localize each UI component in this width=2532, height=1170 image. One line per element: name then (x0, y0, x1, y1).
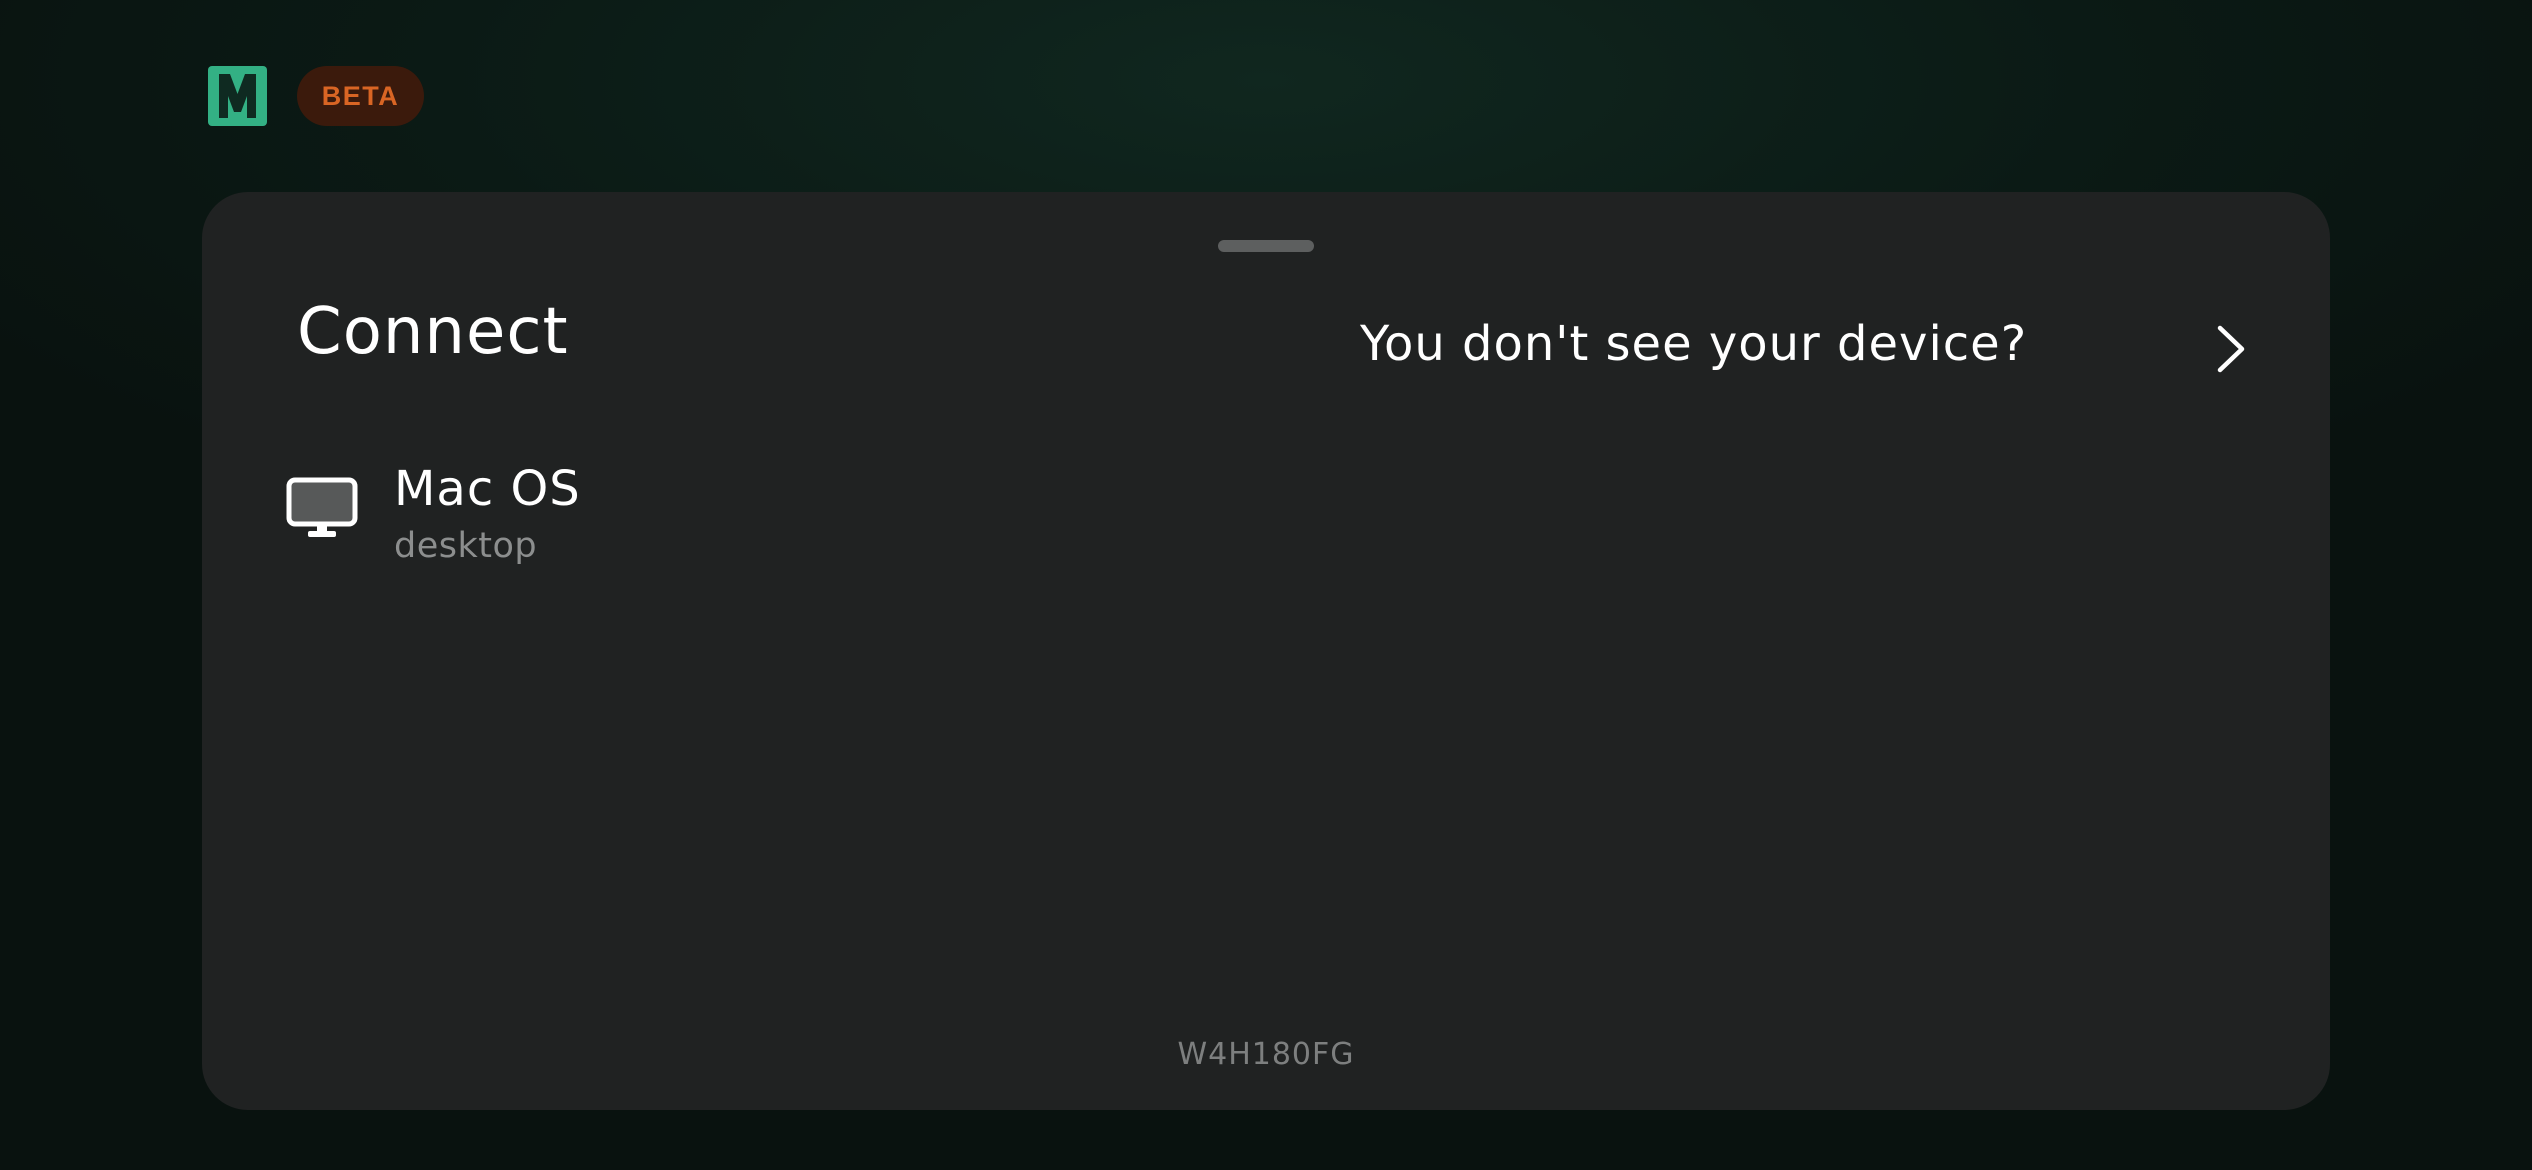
device-type: desktop (394, 526, 538, 566)
drag-handle[interactable] (1218, 240, 1314, 252)
chevron-right-icon (2212, 324, 2248, 374)
m-logo-icon (208, 66, 267, 126)
sheet-title: Connect (297, 295, 569, 369)
connect-sheet: Connect You don't see your device? Mac O… (202, 192, 2330, 1110)
device-not-found-link[interactable]: You don't see your device? (1360, 310, 2250, 390)
device-item-mac-os[interactable]: Mac OS desktop (262, 457, 882, 577)
beta-badge: BETA (297, 66, 424, 126)
monitor-icon (286, 477, 358, 541)
device-code: W4H180FG (1177, 1037, 1355, 1072)
device-name: Mac OS (394, 461, 581, 517)
device-not-found-label: You don't see your device? (1360, 316, 2028, 372)
